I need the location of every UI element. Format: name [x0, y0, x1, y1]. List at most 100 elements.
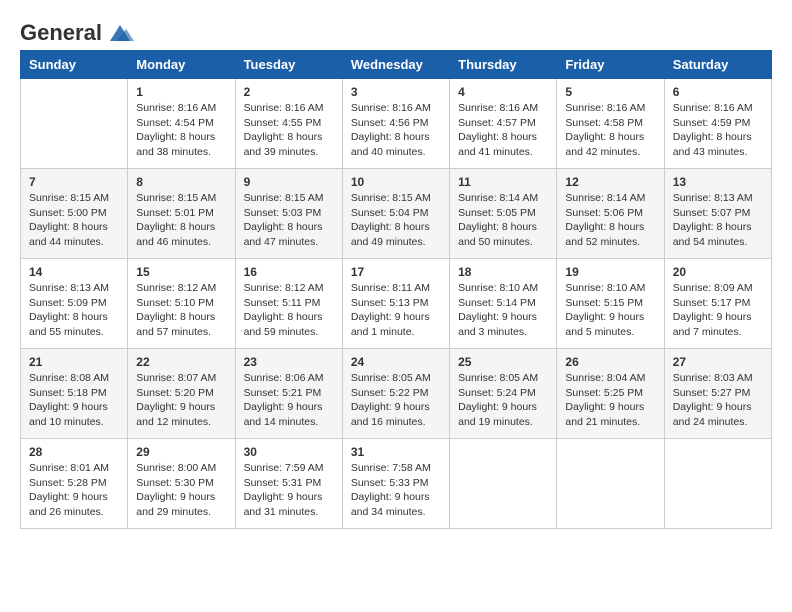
logo-icon — [106, 23, 134, 43]
logo: General — [20, 20, 134, 40]
day-info: Sunrise: 8:14 AM Sunset: 5:05 PM Dayligh… — [458, 191, 548, 250]
calendar-week-row: 21 Sunrise: 8:08 AM Sunset: 5:18 PM Dayli… — [21, 349, 772, 439]
calendar-cell: 14 Sunrise: 8:13 AM Sunset: 5:09 PM Dayli… — [21, 259, 128, 349]
calendar-cell: 23 Sunrise: 8:06 AM Sunset: 5:21 PM Dayli… — [235, 349, 342, 439]
day-number: 21 — [29, 355, 119, 369]
day-number: 13 — [673, 175, 763, 189]
day-info: Sunrise: 8:03 AM Sunset: 5:27 PM Dayligh… — [673, 371, 763, 430]
calendar-cell: 31 Sunrise: 7:58 AM Sunset: 5:33 PM Dayli… — [342, 439, 449, 529]
calendar-cell: 19Sunrise: 8:10 AM Sunset: 5:15 PM Dayli… — [557, 259, 664, 349]
day-info: Sunrise: 8:15 AM Sunset: 5:04 PM Dayligh… — [351, 191, 441, 250]
calendar-cell — [450, 439, 557, 529]
calendar-cell: 9 Sunrise: 8:15 AM Sunset: 5:03 PM Daylig… — [235, 169, 342, 259]
weekday-header-cell: Wednesday — [342, 51, 449, 79]
weekday-header-cell: Tuesday — [235, 51, 342, 79]
calendar-cell: 5Sunrise: 8:16 AM Sunset: 4:58 PM Daylig… — [557, 79, 664, 169]
calendar-cell: 26Sunrise: 8:04 AM Sunset: 5:25 PM Dayli… — [557, 349, 664, 439]
calendar-cell — [21, 79, 128, 169]
day-number: 30 — [244, 445, 334, 459]
day-number: 23 — [244, 355, 334, 369]
day-info: Sunrise: 8:15 AM Sunset: 5:00 PM Dayligh… — [29, 191, 119, 250]
day-info: Sunrise: 8:01 AM Sunset: 5:28 PM Dayligh… — [29, 461, 119, 520]
calendar-cell: 12 Sunrise: 8:14 AM Sunset: 5:06 PM Dayli… — [557, 169, 664, 259]
day-info: Sunrise: 8:00 AM Sunset: 5:30 PM Dayligh… — [136, 461, 226, 520]
calendar-cell: 2 Sunrise: 8:16 AM Sunset: 4:55 PM Daylig… — [235, 79, 342, 169]
day-number: 31 — [351, 445, 441, 459]
day-number: 15 — [136, 265, 226, 279]
day-info: Sunrise: 8:16 AM Sunset: 4:59 PM Dayligh… — [673, 101, 763, 160]
calendar-cell: 28 Sunrise: 8:01 AM Sunset: 5:28 PM Dayli… — [21, 439, 128, 529]
day-number: 4 — [458, 85, 548, 99]
day-info: Sunrise: 8:13 AM Sunset: 5:09 PM Dayligh… — [29, 281, 119, 340]
calendar-week-row: 28 Sunrise: 8:01 AM Sunset: 5:28 PM Dayli… — [21, 439, 772, 529]
calendar-body: 1 Sunrise: 8:16 AM Sunset: 4:54 PM Daylig… — [21, 79, 772, 529]
day-number: 9 — [244, 175, 334, 189]
weekday-header-cell: Sunday — [21, 51, 128, 79]
day-info: Sunrise: 8:15 AM Sunset: 5:01 PM Dayligh… — [136, 191, 226, 250]
calendar-cell: 24Sunrise: 8:05 AM Sunset: 5:22 PM Dayli… — [342, 349, 449, 439]
weekday-header-cell: Friday — [557, 51, 664, 79]
day-info: Sunrise: 8:06 AM Sunset: 5:21 PM Dayligh… — [244, 371, 334, 430]
day-number: 14 — [29, 265, 119, 279]
calendar-cell: 6 Sunrise: 8:16 AM Sunset: 4:59 PM Daylig… — [664, 79, 771, 169]
day-number: 2 — [244, 85, 334, 99]
day-info: Sunrise: 8:14 AM Sunset: 5:06 PM Dayligh… — [565, 191, 655, 250]
day-info: Sunrise: 8:13 AM Sunset: 5:07 PM Dayligh… — [673, 191, 763, 250]
day-number: 10 — [351, 175, 441, 189]
day-info: Sunrise: 8:12 AM Sunset: 5:11 PM Dayligh… — [244, 281, 334, 340]
calendar-cell: 17Sunrise: 8:11 AM Sunset: 5:13 PM Dayli… — [342, 259, 449, 349]
day-number: 18 — [458, 265, 548, 279]
day-info: Sunrise: 7:59 AM Sunset: 5:31 PM Dayligh… — [244, 461, 334, 520]
day-number: 1 — [136, 85, 226, 99]
calendar-cell: 16 Sunrise: 8:12 AM Sunset: 5:11 PM Dayli… — [235, 259, 342, 349]
day-info: Sunrise: 8:10 AM Sunset: 5:15 PM Dayligh… — [565, 281, 655, 340]
calendar-cell: 27Sunrise: 8:03 AM Sunset: 5:27 PM Dayli… — [664, 349, 771, 439]
day-info: Sunrise: 8:08 AM Sunset: 5:18 PM Dayligh… — [29, 371, 119, 430]
calendar-cell — [664, 439, 771, 529]
day-number: 3 — [351, 85, 441, 99]
weekday-header-cell: Monday — [128, 51, 235, 79]
weekday-header-cell: Thursday — [450, 51, 557, 79]
calendar-week-row: 14 Sunrise: 8:13 AM Sunset: 5:09 PM Dayli… — [21, 259, 772, 349]
calendar-cell: 4 Sunrise: 8:16 AM Sunset: 4:57 PM Daylig… — [450, 79, 557, 169]
calendar-week-row: 1 Sunrise: 8:16 AM Sunset: 4:54 PM Daylig… — [21, 79, 772, 169]
calendar-cell: 20 Sunrise: 8:09 AM Sunset: 5:17 PM Dayli… — [664, 259, 771, 349]
day-number: 20 — [673, 265, 763, 279]
day-info: Sunrise: 8:09 AM Sunset: 5:17 PM Dayligh… — [673, 281, 763, 340]
calendar-cell: 7 Sunrise: 8:15 AM Sunset: 5:00 PM Daylig… — [21, 169, 128, 259]
calendar-cell: 15Sunrise: 8:12 AM Sunset: 5:10 PM Dayli… — [128, 259, 235, 349]
calendar-cell: 30 Sunrise: 7:59 AM Sunset: 5:31 PM Dayli… — [235, 439, 342, 529]
calendar-table: SundayMondayTuesdayWednesdayThursdayFrid… — [20, 50, 772, 529]
day-number: 16 — [244, 265, 334, 279]
day-info: Sunrise: 8:16 AM Sunset: 4:54 PM Dayligh… — [136, 101, 226, 160]
calendar-cell: 8Sunrise: 8:15 AM Sunset: 5:01 PM Daylig… — [128, 169, 235, 259]
day-number: 26 — [565, 355, 655, 369]
calendar-cell: 21 Sunrise: 8:08 AM Sunset: 5:18 PM Dayli… — [21, 349, 128, 439]
day-number: 5 — [565, 85, 655, 99]
day-number: 11 — [458, 175, 548, 189]
day-info: Sunrise: 8:05 AM Sunset: 5:24 PM Dayligh… — [458, 371, 548, 430]
weekday-header-row: SundayMondayTuesdayWednesdayThursdayFrid… — [21, 51, 772, 79]
day-info: Sunrise: 8:15 AM Sunset: 5:03 PM Dayligh… — [244, 191, 334, 250]
day-number: 22 — [136, 355, 226, 369]
calendar-cell: 1 Sunrise: 8:16 AM Sunset: 4:54 PM Daylig… — [128, 79, 235, 169]
calendar-week-row: 7 Sunrise: 8:15 AM Sunset: 5:00 PM Daylig… — [21, 169, 772, 259]
day-number: 6 — [673, 85, 763, 99]
day-number: 25 — [458, 355, 548, 369]
weekday-header-cell: Saturday — [664, 51, 771, 79]
day-number: 7 — [29, 175, 119, 189]
day-info: Sunrise: 8:16 AM Sunset: 4:56 PM Dayligh… — [351, 101, 441, 160]
day-info: Sunrise: 8:10 AM Sunset: 5:14 PM Dayligh… — [458, 281, 548, 340]
calendar-cell: 29Sunrise: 8:00 AM Sunset: 5:30 PM Dayli… — [128, 439, 235, 529]
calendar-cell: 3 Sunrise: 8:16 AM Sunset: 4:56 PM Daylig… — [342, 79, 449, 169]
day-info: Sunrise: 8:16 AM Sunset: 4:57 PM Dayligh… — [458, 101, 548, 160]
logo-text-general: General — [20, 20, 102, 46]
calendar-cell: 10 Sunrise: 8:15 AM Sunset: 5:04 PM Dayli… — [342, 169, 449, 259]
day-info: Sunrise: 8:07 AM Sunset: 5:20 PM Dayligh… — [136, 371, 226, 430]
day-number: 17 — [351, 265, 441, 279]
day-number: 28 — [29, 445, 119, 459]
calendar-cell — [557, 439, 664, 529]
day-info: Sunrise: 8:16 AM Sunset: 4:55 PM Dayligh… — [244, 101, 334, 160]
day-number: 12 — [565, 175, 655, 189]
day-info: Sunrise: 7:58 AM Sunset: 5:33 PM Dayligh… — [351, 461, 441, 520]
